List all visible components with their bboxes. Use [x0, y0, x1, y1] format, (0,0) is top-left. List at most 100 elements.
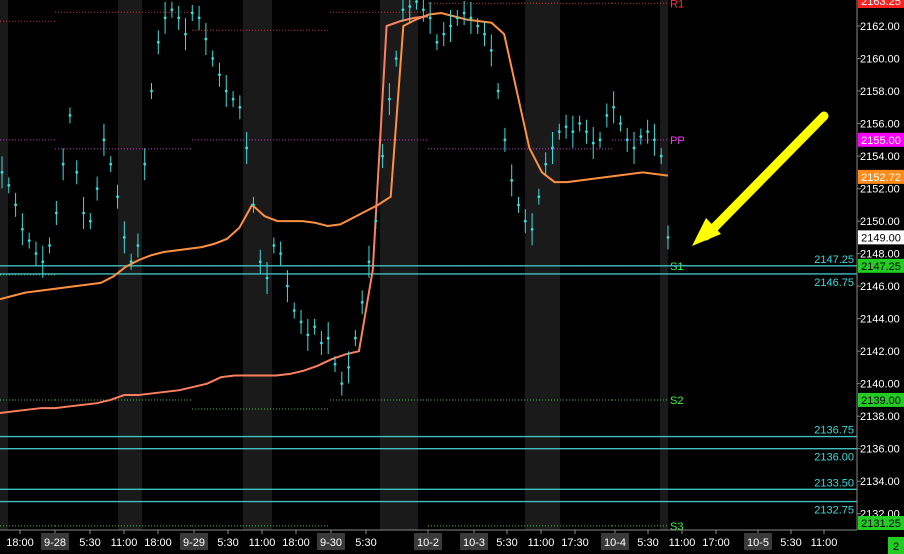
- x-tick-label: 5:30: [637, 537, 658, 549]
- price-point: [646, 130, 650, 134]
- y-tick-label: 2162.00: [860, 21, 900, 33]
- price-point: [523, 219, 527, 223]
- price-point: [517, 203, 520, 207]
- price-point: [374, 219, 378, 223]
- x-tick-label: 9-28: [44, 537, 66, 549]
- y-tick-label: 2144.00: [860, 314, 900, 326]
- x-tick-label: 10-3: [463, 537, 485, 549]
- session-shade: [660, 0, 668, 530]
- price-point: [564, 125, 568, 129]
- price-point: [653, 138, 656, 142]
- price-point: [476, 24, 480, 28]
- pivot-label-r1: R1: [670, 0, 684, 10]
- x-tick-label: 10-2: [417, 537, 439, 549]
- level-label: 2146.75: [814, 277, 854, 289]
- price-box-label: 2155.00: [861, 135, 901, 147]
- price-point: [571, 130, 575, 134]
- y-tick-label: 2142.00: [860, 346, 900, 358]
- y-tick-label: 2152.00: [860, 184, 900, 196]
- x-tick-label: 11:00: [811, 537, 838, 549]
- price-point: [353, 336, 357, 340]
- pivot-label-s3: S3: [670, 521, 683, 533]
- price-point: [401, 8, 405, 12]
- price-point: [455, 16, 459, 20]
- price-point: [218, 73, 221, 77]
- price-point: [591, 141, 595, 145]
- price-point: [333, 362, 337, 366]
- x-tick-label: 9-30: [320, 537, 342, 549]
- y-tick-label: 2150.00: [860, 216, 900, 228]
- price-point: [279, 252, 283, 256]
- corner-badge-text: 2: [893, 541, 899, 553]
- price-point: [510, 179, 514, 182]
- x-tick-label: 9-29: [183, 537, 205, 549]
- price-point: [82, 211, 85, 215]
- price-point: [340, 382, 344, 386]
- pivot-label-s2: S2: [670, 395, 683, 407]
- y-tick-label: 2158.00: [860, 86, 900, 98]
- y-tick-label: 2136.00: [860, 444, 900, 456]
- price-point: [483, 32, 486, 36]
- session-shade: [243, 0, 272, 530]
- level-label: 2136.00: [814, 452, 854, 464]
- x-tick-label: 5:30: [355, 537, 376, 549]
- price-point: [387, 97, 391, 101]
- price-point: [48, 244, 51, 247]
- x-tick-label: 5:30: [780, 537, 801, 549]
- price-point: [156, 40, 160, 44]
- x-tick-label: 5:30: [217, 537, 238, 549]
- price-point: [122, 235, 126, 239]
- price-point: [496, 89, 500, 93]
- price-point: [170, 8, 174, 12]
- price-point: [197, 16, 201, 20]
- price-point: [394, 57, 398, 60]
- x-tick-label: 10-5: [747, 537, 769, 549]
- pivot-label-s1: S1: [670, 261, 683, 273]
- price-box-label: 2139.00: [861, 395, 901, 407]
- price-point: [537, 195, 541, 199]
- price-point: [61, 162, 65, 166]
- session-shade: [0, 0, 8, 530]
- level-label: 2136.75: [814, 425, 854, 437]
- price-chart[interactable]: R1 PP S1 S2 S3 2147.25 2146.75 2136.75 2136.00 2…: [0, 0, 904, 554]
- price-point: [27, 239, 31, 243]
- price-point: [625, 138, 629, 142]
- x-tick-label: 18:00: [6, 537, 34, 549]
- price-point: [585, 130, 588, 134]
- price-point: [14, 203, 17, 207]
- price-box-label: 2147.25: [861, 261, 901, 273]
- price-point: [286, 284, 289, 288]
- price-point: [326, 336, 330, 340]
- price-point: [360, 300, 364, 304]
- price-point: [252, 203, 255, 207]
- price-point: [469, 16, 473, 20]
- y-tick-label: 2140.00: [860, 379, 900, 391]
- price-box-label: 2149.00: [861, 232, 901, 244]
- price-point: [381, 154, 384, 158]
- y-tick-label: 2134.00: [860, 476, 900, 488]
- price-point: [551, 146, 554, 150]
- price-box-label: 2163.25: [861, 0, 901, 8]
- price-point: [265, 276, 269, 280]
- price-point: [231, 97, 235, 101]
- price-box-label: 2152.72: [861, 172, 901, 184]
- price-point: [136, 244, 140, 247]
- x-tick-label: 10-4: [604, 537, 626, 549]
- price-point: [435, 40, 439, 44]
- y-tick-label: 2156.00: [860, 119, 900, 131]
- price-point: [109, 162, 113, 166]
- price-point: [578, 122, 582, 125]
- price-point: [150, 89, 153, 93]
- price-point: [408, 5, 412, 8]
- price-point: [489, 48, 493, 52]
- y-tick-label: 2154.00: [860, 151, 900, 163]
- price-point: [129, 260, 133, 264]
- price-point: [20, 227, 24, 231]
- y-tick-label: 2160.00: [860, 54, 900, 66]
- price-point: [204, 37, 208, 41]
- price-point: [292, 309, 296, 312]
- x-tick-label: 11:00: [669, 537, 696, 549]
- price-point: [557, 130, 561, 134]
- price-point: [177, 16, 181, 20]
- price-point: [320, 341, 323, 345]
